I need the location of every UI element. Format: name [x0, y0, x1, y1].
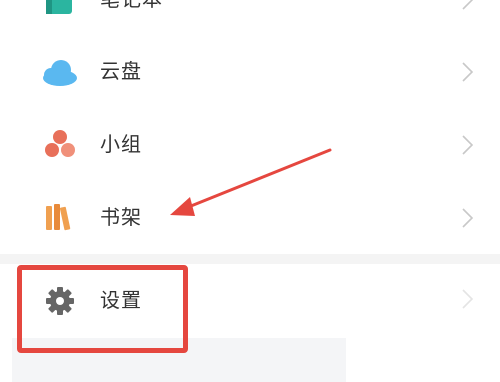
chevron-right-icon [458, 288, 478, 310]
notebook-icon [40, 0, 80, 20]
chevron-right-icon [458, 0, 478, 11]
bookshelf-icon [40, 198, 80, 238]
menu-item-notebook[interactable]: 笔记本 [0, 0, 500, 37]
chevron-right-icon [458, 61, 478, 83]
menu-item-label: 书架 [100, 205, 142, 229]
cloud-icon [40, 52, 80, 92]
chevron-right-icon [458, 134, 478, 156]
menu-item-cloud[interactable]: 云盘 [0, 35, 500, 109]
section-divider [0, 254, 500, 264]
chevron-right-icon [458, 207, 478, 229]
menu-item-bookshelf[interactable]: 书架 [0, 181, 500, 255]
menu-item-label: 云盘 [100, 59, 142, 83]
menu-item-label: 小组 [100, 132, 142, 156]
highlight-box-annotation [17, 265, 188, 353]
group-icon [40, 125, 80, 165]
menu-item-label: 笔记本 [100, 0, 163, 13]
menu-item-group[interactable]: 小组 [0, 108, 500, 182]
